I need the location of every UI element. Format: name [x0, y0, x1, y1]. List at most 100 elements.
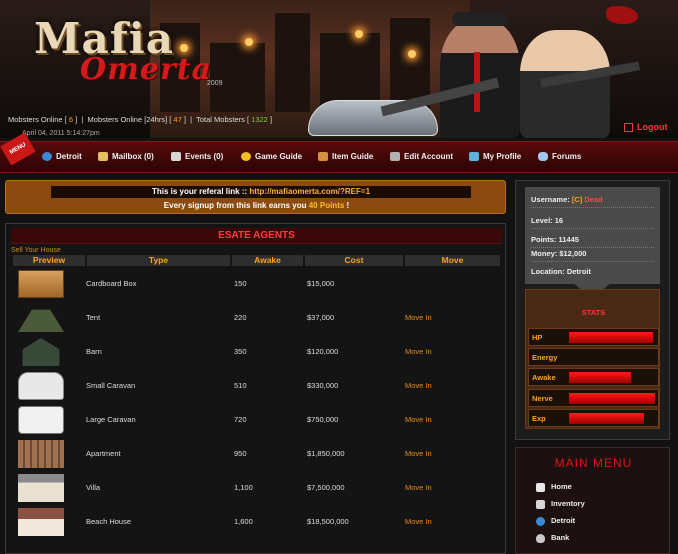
nav-forums[interactable]: Forums	[538, 152, 581, 162]
col-awake: Awake	[232, 255, 303, 266]
money-value: $12,000	[559, 249, 587, 258]
nav-game-guide[interactable]: Game Guide	[241, 152, 302, 162]
col-preview: Preview	[13, 255, 85, 266]
globe-icon	[536, 516, 545, 526]
chart-icon	[469, 152, 479, 162]
row-awake: 950	[234, 449, 247, 458]
stats-box: STATS HP Energy Awake Nerve Exp	[525, 289, 660, 429]
row-awake: 350	[234, 347, 247, 356]
row-cost: $37,000	[307, 313, 335, 322]
main-menu-title: MAIN MENU	[554, 456, 633, 470]
online24-label: Mobsters Online [24hrs] [	[87, 115, 172, 124]
nav-events[interactable]: Events (0)	[171, 152, 223, 162]
nav-edit-account[interactable]: Edit Account	[390, 152, 453, 162]
points-line: Points: 11445	[531, 235, 654, 248]
logo-omerta: Omerta	[80, 52, 213, 87]
move-in-button[interactable]: Move In	[405, 381, 432, 390]
logout-label: Logout	[637, 122, 668, 132]
barn-icon	[22, 338, 60, 366]
motorhome-icon	[18, 406, 64, 434]
nav-my-profile[interactable]: My Profile	[469, 152, 521, 162]
building	[275, 12, 310, 112]
bracket: ]	[183, 115, 186, 124]
username-tag: [C]	[571, 195, 583, 204]
estate-title: ESATE AGENTS	[11, 228, 502, 244]
nav-detroit[interactable]: Detroit	[42, 152, 82, 162]
lightbulb-icon	[241, 152, 251, 162]
menu-inventory[interactable]: Inventory	[536, 499, 585, 509]
row-cost: $750,000	[307, 415, 339, 424]
table-row: Cardboard Box 150 $15,000	[6, 266, 507, 300]
street-lamp	[408, 50, 416, 58]
move-in-button[interactable]: Move In	[405, 313, 432, 322]
money-line: Money: $12,000	[531, 249, 654, 262]
street-lamp	[180, 44, 188, 52]
total-label: Total Mobsters [	[196, 115, 250, 124]
menu-home[interactable]: Home	[536, 482, 572, 492]
money-bag-icon	[536, 533, 545, 543]
row-cost: $15,000	[307, 279, 335, 288]
row-type: Tent	[86, 313, 101, 322]
row-type: Villa	[86, 483, 101, 492]
sell-house-link[interactable]: Sell Your House	[11, 247, 61, 254]
table-row: Barn 350 $120,000 Move In	[6, 334, 507, 368]
referral-points-line: Every signup from this link earns you 40…	[163, 201, 350, 210]
logo-year: 2009	[207, 80, 223, 87]
globe-icon	[42, 152, 52, 162]
points-value: 11445	[558, 235, 579, 244]
username-value[interactable]: Dead	[584, 195, 602, 204]
online-count: 6	[68, 115, 74, 124]
row-cost: $7,500,000	[307, 483, 345, 492]
tools-icon	[390, 152, 400, 162]
tent-icon	[18, 309, 64, 332]
row-type: Apartment	[86, 449, 121, 458]
table-row: Villa 1,100 $7,500,000 Move In	[6, 470, 507, 504]
nav-item-guide[interactable]: Item Guide	[318, 152, 373, 162]
row-type: Cardboard Box	[86, 279, 137, 288]
menu-bank[interactable]: Bank	[536, 533, 569, 543]
online-counts: Mobsters Online [ 6 ] | Mobsters Online …	[8, 115, 272, 124]
move-in-button[interactable]: Move In	[405, 517, 432, 526]
menu-detroit[interactable]: Detroit	[536, 516, 575, 526]
move-in-button[interactable]: Move In	[405, 415, 432, 424]
move-in-button[interactable]: Move In	[405, 449, 432, 458]
beach-house-icon	[18, 508, 64, 536]
row-cost: $330,000	[307, 381, 339, 390]
col-type: Type	[87, 255, 230, 266]
awake-bar	[569, 372, 631, 383]
level-line: Level: 16	[531, 216, 654, 229]
location-line: Location: Detroit	[531, 267, 592, 276]
cardboard-box-icon	[18, 270, 64, 298]
row-awake: 220	[234, 313, 247, 322]
move-in-button[interactable]: Move In	[405, 347, 432, 356]
location-value: Detroit	[566, 267, 592, 276]
move-in-button[interactable]: Move In	[405, 483, 432, 492]
building	[210, 42, 265, 112]
stat-hp: HP	[528, 328, 659, 346]
row-awake: 1,600	[234, 517, 253, 526]
row-awake: 1,100	[234, 483, 253, 492]
online-label: Mobsters Online [	[8, 115, 67, 124]
logout-link[interactable]: Logout	[624, 122, 668, 133]
table-row: Beach House 1,600 $18,500,000 Move In	[6, 504, 507, 538]
col-cost: Cost	[305, 255, 403, 266]
caravan-icon	[18, 372, 64, 400]
bracket: ]	[75, 115, 78, 124]
stat-exp: Exp	[528, 409, 659, 427]
home-icon	[536, 482, 545, 492]
hat-icon	[452, 12, 508, 26]
estate-agents-panel: ESATE AGENTS Sell Your House Preview Typ…	[5, 223, 506, 554]
referral-link-line: This is your referal link :: http://mafi…	[51, 186, 471, 198]
stat-energy: Energy	[528, 348, 659, 366]
nav-mailbox[interactable]: Mailbox (0)	[98, 152, 154, 162]
col-move: Move	[405, 255, 500, 266]
referral-link[interactable]: http://mafiaomerta.com/?REF=1	[249, 187, 370, 196]
speech-bubble-icon	[538, 152, 548, 162]
signpost-icon	[318, 152, 328, 162]
exp-bar	[569, 413, 644, 424]
separator: |	[81, 115, 84, 124]
gangster-right-illustration	[520, 30, 610, 138]
street-lamp	[355, 30, 363, 38]
top-nav: MENU Detroit Mailbox (0) Events (0) Game…	[0, 132, 678, 173]
gangster-left-illustration	[440, 20, 520, 138]
